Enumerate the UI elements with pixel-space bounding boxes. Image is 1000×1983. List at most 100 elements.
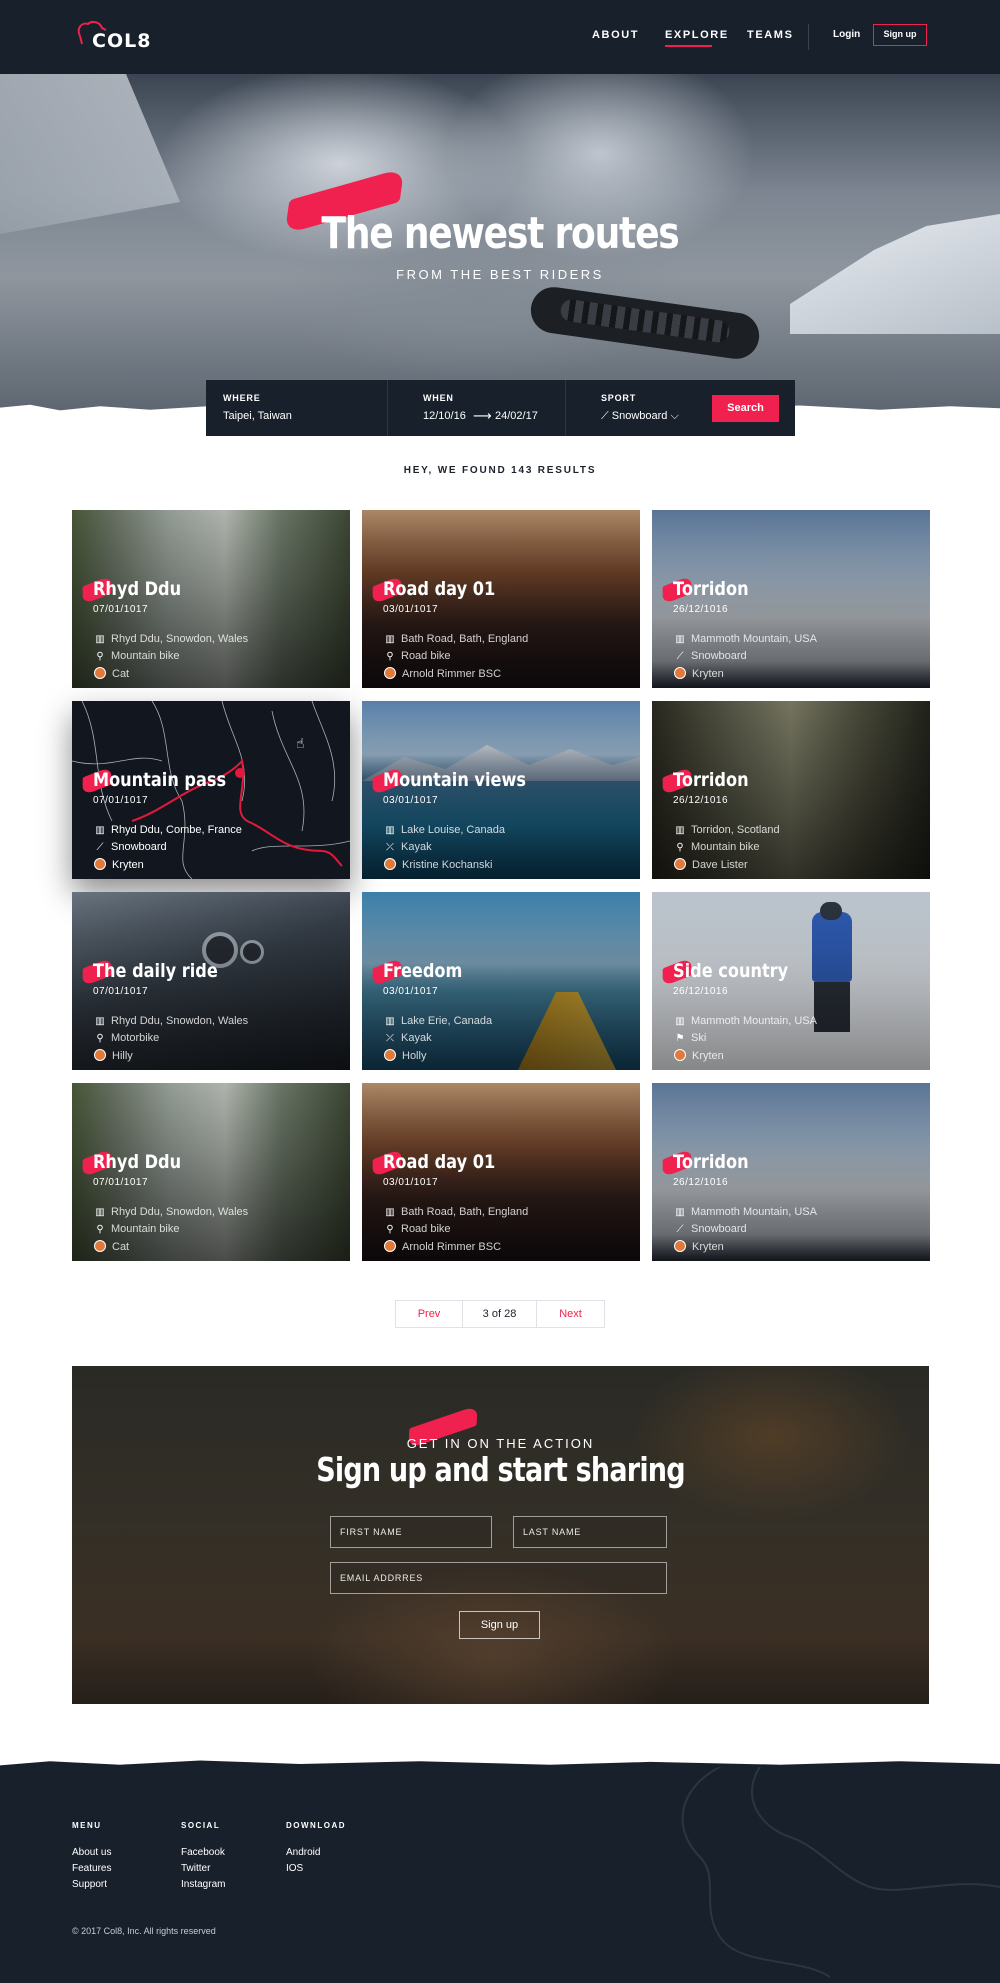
search-divider [565,380,566,436]
card-location: ▥ Lake Louise, Canada [383,824,505,836]
route-card[interactable]: Rhyd Ddu 07/01/1017 ▥ Rhyd Ddu, Snowdon, … [72,1083,350,1261]
col8-logo[interactable]: COL8 [72,18,150,58]
footer-link-features[interactable]: Features [72,1863,111,1874]
next-page-button[interactable]: Next [537,1301,604,1327]
footer-link-about[interactable]: About us [72,1847,111,1858]
email-field[interactable]: EMAIL ADDRRES [330,1562,667,1594]
route-card[interactable]: Torridon 26/12/1016 ▥ Mammoth Mountain, U… [652,1083,930,1261]
route-card[interactable]: Torridon 26/12/1016 ▥ Torridon, Scotland … [652,701,930,879]
footer-link-support[interactable]: Support [72,1879,107,1890]
search-button[interactable]: Search [712,395,779,422]
route-card[interactable]: Side country 26/12/1016 ▥ Mammoth Mountai… [652,892,930,1070]
route-card[interactable]: Torridon 26/12/1016 ▥ Mammoth Mountain, U… [652,510,930,688]
card-location: ▥ Rhyd Ddu, Combe, France [93,824,242,836]
map-icon: ▥ [95,825,105,836]
footer-link-android[interactable]: Android [286,1847,320,1858]
avatar [94,858,106,870]
where-input[interactable]: Taipei, Taiwan [223,410,292,422]
date-to-input[interactable]: 24/02/17 [495,410,538,422]
card-sport: ⤫ Kayak [383,841,432,853]
location-text: Bath Road, Bath, England [401,1206,529,1218]
avatar [384,858,396,870]
map-icon: ▥ [675,634,685,645]
route-card[interactable]: Rhyd Ddu 07/01/1017 ▥ Rhyd Ddu, Snowdon, … [72,510,350,688]
signup-section: GET IN ON THE ACTION Sign up and start s… [72,1366,929,1704]
hero-subtitle: FROM THE BEST RIDERS [396,267,604,282]
sport-text: Snowboard [691,1223,747,1235]
nav-explore[interactable]: EXPLORE [665,29,729,41]
card-rider: Hilly [93,1049,133,1062]
hero-title: The newest routes [321,208,679,259]
cursor-pointer-icon: ☝ [296,735,305,751]
first-name-field[interactable]: FIRST NAME [330,1516,492,1548]
sport-text: Snowboard [111,841,167,853]
search-divider [387,380,388,436]
login-link[interactable]: Login [833,29,860,40]
footer-link-ios[interactable]: IOS [286,1863,303,1874]
avatar [384,667,396,679]
footer: MENU About us Features Support SOCIAL Fa… [0,1767,1000,1983]
avatar [384,1240,396,1252]
card-date: 07/01/1017 [93,986,149,997]
footer-link-twitter[interactable]: Twitter [181,1863,210,1874]
footer-download-heading: DOWNLOAD [286,1821,346,1830]
card-location: ▥ Rhyd Ddu, Snowdon, Wales [93,1206,248,1218]
card-date: 26/12/1016 [673,795,729,806]
prev-page-button[interactable]: Prev [396,1301,463,1327]
rider-name: Cat [112,1241,130,1253]
last-name-field[interactable]: LAST NAME [513,1516,667,1548]
route-card[interactable]: Mountain views 03/01/1017 ▥ Lake Louise, … [362,701,640,879]
avatar [674,667,686,679]
card-date: 03/01/1017 [383,795,439,806]
sport-text: Kayak [401,1032,432,1044]
sport-select[interactable]: ⟋ Snowboard ⌵ [601,410,679,423]
chevron-down-icon: ⌵ [667,410,679,422]
rider-name: Kryten [692,1050,724,1062]
footer-link-instagram[interactable]: Instagram [181,1879,225,1890]
route-card[interactable]: Mountain pass 07/01/1017 ▥ Rhyd Ddu, Comb… [72,701,350,879]
avatar [384,1049,396,1061]
rider-name: Arnold Rimmer BSC [402,668,502,680]
nav-about[interactable]: ABOUT [592,29,639,41]
card-sport: ⚲ Mountain bike [93,650,180,662]
footer-link-facebook[interactable]: Facebook [181,1847,225,1858]
map-icon: ▥ [385,1207,395,1218]
card-location: ▥ Bath Road, Bath, England [383,1206,528,1218]
map-icon: ▥ [385,1016,395,1027]
snowboard-icon: ⟋ [96,842,104,853]
rider-name: Kryten [692,1241,724,1253]
sport-text: Motorbike [111,1032,160,1044]
card-title: Mountain pass [93,769,227,791]
route-card[interactable]: Road day 01 03/01/1017 ▥ Bath Road, Bath,… [362,510,640,688]
bike-icon: ⚲ [386,1224,394,1235]
signup-submit-button[interactable]: Sign up [459,1611,540,1639]
logo-text: COL8 [92,30,152,52]
bike-icon: ⚲ [96,651,104,662]
card-rider: Kristine Kochanski [383,858,493,871]
location-text: Rhyd Ddu, Combe, France [111,824,242,836]
header-signup-button[interactable]: Sign up [873,24,927,46]
signup-kicker: GET IN ON THE ACTION [406,1436,595,1451]
sport-text: Mountain bike [111,650,180,662]
route-card[interactable]: The daily ride 07/01/1017 ▥ Rhyd Ddu, Sno… [72,892,350,1070]
sport-text: Mountain bike [691,841,760,853]
paddle-icon: ⤫ [386,1033,394,1044]
card-sport: ⟋ Snowboard [93,841,167,853]
map-icon: ▥ [675,825,685,836]
signup-title: Sign up and start sharing [316,1450,685,1489]
route-card[interactable]: Road day 01 03/01/1017 ▥ Bath Road, Bath,… [362,1083,640,1261]
card-sport: ⚲ Mountain bike [93,1223,180,1235]
avatar [674,1049,686,1061]
bike-icon: ⚲ [386,651,394,662]
rider-name: Holly [402,1050,427,1062]
card-rider: Cat [93,667,129,680]
map-icon: ▥ [95,1016,105,1027]
card-date: 07/01/1017 [93,1177,149,1188]
route-card[interactable]: Freedom 03/01/1017 ▥ Lake Erie, Canada ⤫ K… [362,892,640,1070]
footer-social-heading: SOCIAL [181,1821,221,1830]
nav-teams[interactable]: TEAMS [747,29,794,41]
date-from-input[interactable]: 12/10/16 [423,410,466,422]
bike-icon: ⚲ [676,842,684,853]
sport-text: Road bike [401,1223,451,1235]
sport-text: Mountain bike [111,1223,180,1235]
